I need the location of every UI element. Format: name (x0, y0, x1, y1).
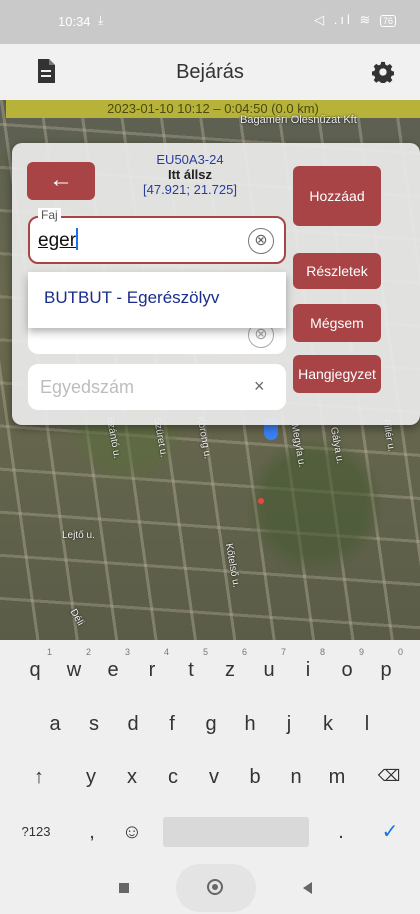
species-label: Faj (38, 208, 61, 222)
details-button[interactable]: Részletek (293, 253, 381, 289)
road-label: Megyfa u. (288, 422, 308, 469)
key-o[interactable]: o9 (332, 647, 364, 690)
key-y[interactable]: y (76, 757, 106, 797)
count-placeholder: Egyedszám (40, 377, 135, 397)
key-h[interactable]: h (235, 704, 265, 744)
symbols-key[interactable]: ?123 (16, 812, 56, 852)
system-nav-bar (0, 862, 420, 914)
key-u[interactable]: u7 (254, 647, 286, 690)
space-key[interactable] (163, 817, 309, 847)
clear-species-icon[interactable]: ⊗ (248, 228, 274, 254)
point-marker (258, 498, 264, 504)
key-j[interactable]: j (274, 704, 304, 744)
battery-icon: 76 (379, 15, 396, 27)
back-nav-icon[interactable] (303, 882, 312, 894)
key-m[interactable]: m (322, 757, 352, 797)
autocomplete-dropdown: BUTBUT - Egerészölyv (28, 272, 286, 328)
road-label: Gálya u. (327, 426, 346, 465)
key-i[interactable]: i8 (293, 647, 325, 690)
backspace-key[interactable]: ⌫ (374, 757, 404, 797)
text-cursor (76, 228, 78, 250)
home-icon[interactable] (207, 879, 223, 895)
key-k[interactable]: k (313, 704, 343, 744)
back-button[interactable]: ← (27, 162, 95, 200)
key-t[interactable]: t5 (176, 647, 208, 690)
status-bar: 10:34 ⤓ ◁ .ıl ≋ 76 (0, 0, 420, 44)
key-d[interactable]: d (118, 704, 148, 744)
recent-apps-icon[interactable] (119, 883, 129, 893)
cancel-button[interactable]: Mégsem (293, 304, 381, 342)
road-label: Déli (67, 607, 86, 628)
here-label: Itt állsz (167, 167, 213, 182)
download-icon: ⤓ (98, 13, 104, 27)
location-code: EU50A3-24 (156, 152, 224, 167)
page-title: Bejárás (176, 61, 244, 83)
gear-icon[interactable] (372, 61, 394, 83)
key-r[interactable]: r4 (137, 647, 169, 690)
key-c[interactable]: c (158, 757, 188, 797)
key-x[interactable]: x (117, 757, 147, 797)
key-p[interactable]: p0 (371, 647, 403, 690)
emoji-key[interactable]: ☺ (117, 812, 147, 852)
autocomplete-option[interactable]: BUTBUT - Egerészölyv (44, 288, 219, 308)
app-header: Bejárás (0, 44, 420, 100)
road-label: Lejtő u. (62, 530, 95, 541)
species-input-value[interactable]: eger (38, 230, 76, 252)
key-v[interactable]: v (199, 757, 229, 797)
soft-keyboard: q1 w2 e3 r4 t5 z6 u7 i8 o9 p0 a s d f g … (0, 640, 420, 862)
key-w[interactable]: w2 (59, 647, 91, 690)
key-b[interactable]: b (240, 757, 270, 797)
coordinates: [47.921; 21.725] (143, 182, 237, 197)
key-a[interactable]: a (40, 704, 70, 744)
key-s[interactable]: s (79, 704, 109, 744)
key-f[interactable]: f (157, 704, 187, 744)
period-key[interactable]: . (326, 812, 356, 852)
signal-icons: ◁ .ıl ≋ 76 (314, 12, 396, 28)
location-info: EU50A3-24 Itt állsz [47.921; 21.725] (110, 152, 270, 197)
key-g[interactable]: g (196, 704, 226, 744)
comma-key[interactable]: , (77, 812, 107, 852)
map-place-label: Bagamérı Olesnűzat Kft (240, 114, 357, 126)
key-l[interactable]: l (352, 704, 382, 744)
add-button[interactable]: Hozzáad (293, 166, 381, 226)
key-z[interactable]: z6 (215, 647, 247, 690)
voice-note-button[interactable]: Hangjegyzet (293, 355, 381, 393)
road-label: Kőtelső u. (222, 542, 242, 589)
key-e[interactable]: e3 (98, 647, 130, 690)
trip-info-bar: 2023-01-10 10:12 – 0:04:50 (0.0 km) (6, 100, 420, 118)
shift-key[interactable]: ↑ (24, 757, 54, 797)
enter-key[interactable]: ✓ (375, 812, 405, 852)
clear-count-icon[interactable]: × (254, 376, 265, 397)
status-time: 10:34 (58, 14, 91, 29)
key-n[interactable]: n (281, 757, 311, 797)
key-q[interactable]: q1 (20, 647, 52, 690)
